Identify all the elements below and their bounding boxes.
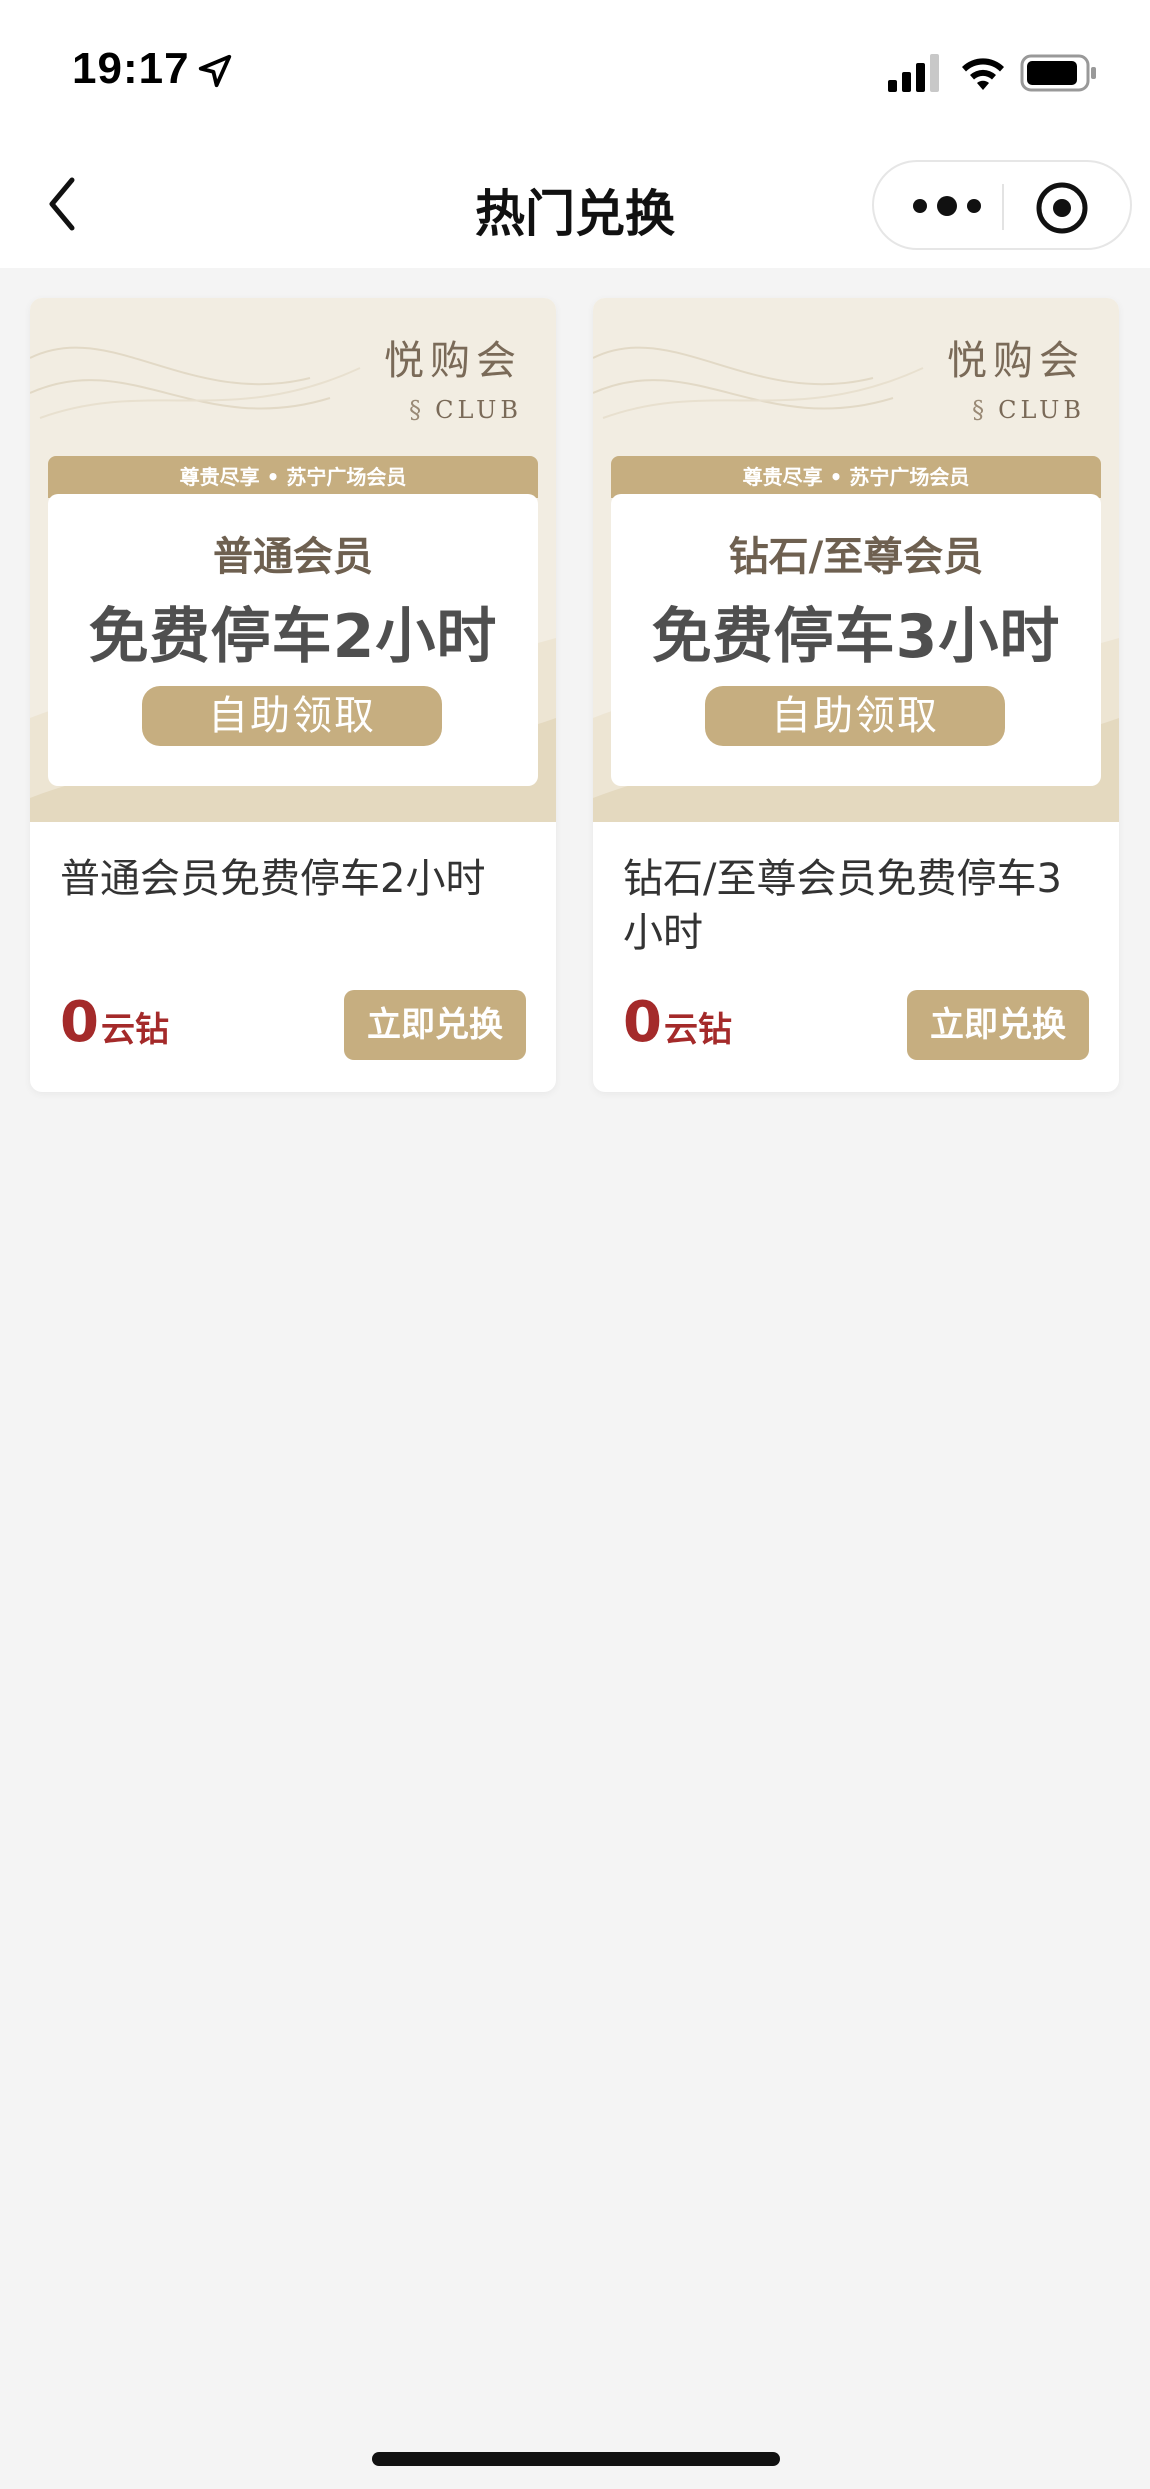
brand-sub-label: CLUB [998, 396, 1085, 424]
banner-panel: 钻石/至尊会员 免费停车3小时 自助领取 [611, 494, 1101, 786]
brand-name: 悦购会 [384, 338, 522, 384]
reward-card[interactable]: 悦购会 § CLUB 尊贵尽享 • 苏宁广场会员 普通会员 免费停车2小时 自助领… [30, 298, 556, 1092]
wifi-icon [962, 58, 1004, 90]
location-arrow-icon [198, 54, 232, 88]
status-time: 19:17 [72, 44, 190, 93]
nav-bar: 热门兑换 [0, 140, 1150, 268]
banner-headline: 免费停车3小时 [651, 602, 1061, 672]
signal-icon [888, 54, 939, 92]
more-dots-icon[interactable] [906, 184, 988, 228]
card-title: 普通会员免费停车2小时 [60, 856, 486, 902]
banner-tier: 钻石/至尊会员 [728, 534, 984, 580]
reward-banner: 悦购会 § CLUB 尊贵尽享 • 苏宁广场会员 钻石/至尊会员 免费停车3小时 … [593, 298, 1119, 822]
home-indicator[interactable] [372, 2452, 780, 2466]
close-target-icon[interactable] [1034, 180, 1090, 236]
banner-action: 自助领取 [705, 686, 1005, 746]
brand-name: 悦购会 [947, 338, 1085, 384]
reward-banner: 悦购会 § CLUB 尊贵尽享 • 苏宁广场会员 普通会员 免费停车2小时 自助领… [30, 298, 556, 822]
banner-panel: 普通会员 免费停车2小时 自助领取 [48, 494, 538, 786]
banner-ribbon: 尊贵尽享 • 苏宁广场会员 [611, 456, 1101, 498]
battery-icon [1020, 54, 1096, 92]
brand-logo-icon: § [409, 396, 426, 424]
price-value: 0 [60, 990, 99, 1055]
banner-headline: 免费停车2小时 [88, 602, 498, 672]
brand-sub-label: CLUB [435, 396, 522, 424]
banner-tier: 普通会员 [213, 534, 373, 580]
price-value: 0 [623, 990, 662, 1055]
price-unit: 云钻 [663, 1010, 732, 1050]
reward-card[interactable]: 悦购会 § CLUB 尊贵尽享 • 苏宁广场会员 钻石/至尊会员 免费停车3小时 … [593, 298, 1119, 1092]
price-unit: 云钻 [100, 1010, 169, 1050]
brand-club: § CLUB [972, 396, 1085, 424]
card-title: 钻石/至尊会员免费停车3小时 [623, 856, 1062, 956]
redeem-button[interactable]: 立即兑换 [344, 990, 526, 1060]
price: 0云钻 [60, 990, 169, 1055]
banner-ribbon: 尊贵尽享 • 苏宁广场会员 [48, 456, 538, 498]
price: 0云钻 [623, 990, 732, 1055]
brand-logo-icon: § [972, 396, 989, 424]
banner-action: 自助领取 [142, 686, 442, 746]
mini-program-capsule [872, 160, 1132, 250]
capsule-divider [1002, 184, 1004, 230]
status-bar: 19:17 [0, 0, 1150, 140]
redeem-button[interactable]: 立即兑换 [907, 990, 1089, 1060]
brand-club: § CLUB [409, 396, 522, 424]
